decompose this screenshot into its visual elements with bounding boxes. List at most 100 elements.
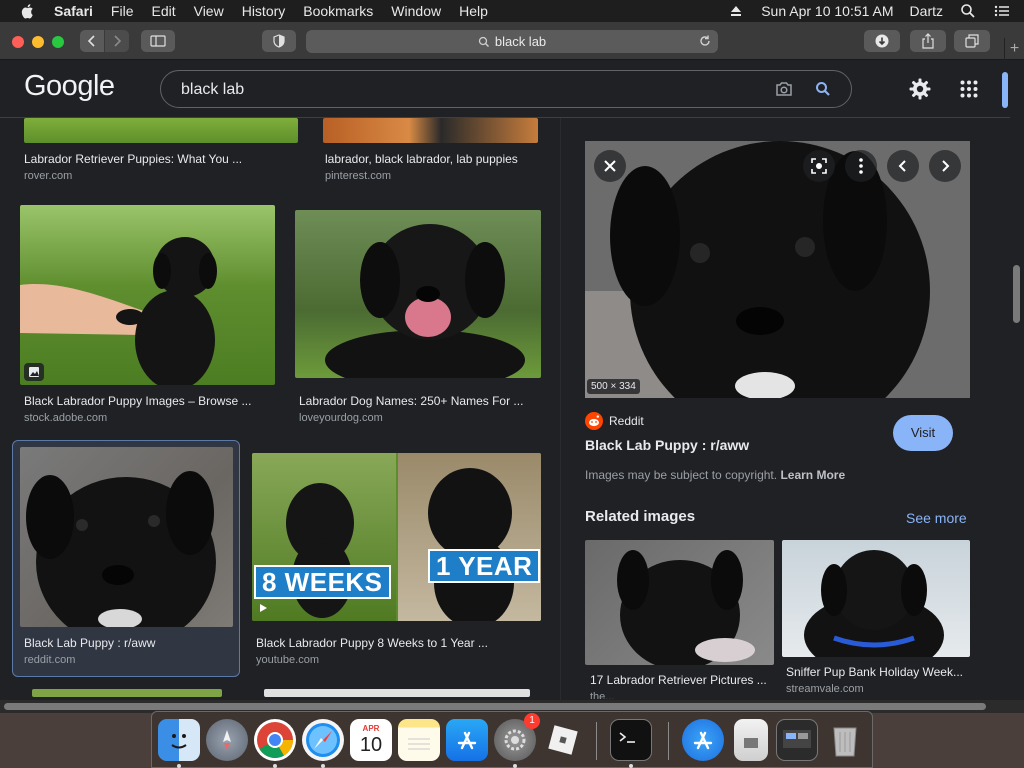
- search-icon: [478, 36, 489, 47]
- result-image-reddit[interactable]: [20, 447, 233, 627]
- play-icon: [260, 604, 267, 612]
- new-tab-button[interactable]: +: [1004, 38, 1024, 60]
- camera-icon[interactable]: [775, 81, 793, 97]
- previous-image-button[interactable]: [887, 150, 919, 182]
- result-image-adobe[interactable]: [20, 205, 275, 385]
- sidebar-button[interactable]: [141, 30, 175, 52]
- result-source[interactable]: pinterest.com: [325, 170, 391, 182]
- google-header: Google black lab: [0, 60, 1010, 118]
- result-caption[interactable]: Black Labrador Puppy Images – Browse ...: [24, 394, 251, 408]
- safari-icon[interactable]: [302, 719, 344, 761]
- chrome-icon[interactable]: [254, 719, 296, 761]
- learn-more-link[interactable]: Learn More: [780, 468, 845, 482]
- back-button[interactable]: [80, 30, 104, 52]
- menu-user[interactable]: Dartz: [902, 0, 951, 22]
- menu-bookmarks[interactable]: Bookmarks: [294, 0, 382, 22]
- system-preferences-icon[interactable]: 1: [494, 713, 540, 761]
- vertical-scrollbar-thumb[interactable]: [1013, 265, 1020, 323]
- macos-menu-bar: Safari File Edit View History Bookmarks …: [0, 0, 1024, 22]
- reddit-logo-icon: [585, 412, 603, 430]
- account-indicator[interactable]: [1002, 72, 1008, 108]
- menu-clock[interactable]: Sun Apr 10 10:51 AM: [753, 0, 901, 22]
- next-image-button[interactable]: [929, 150, 961, 182]
- finder-icon[interactable]: [158, 719, 200, 761]
- notes-icon[interactable]: [398, 719, 440, 761]
- address-bar[interactable]: black lab: [306, 30, 718, 53]
- related-source[interactable]: the...: [590, 691, 614, 699]
- tab-overview-button[interactable]: [954, 30, 990, 52]
- result-caption[interactable]: labrador, black labrador, lab puppies: [325, 152, 518, 166]
- related-caption[interactable]: 17 Labrador Retriever Pictures ...: [590, 673, 767, 687]
- eject-icon[interactable]: [728, 3, 744, 19]
- search-icon[interactable]: [815, 81, 831, 97]
- search-input[interactable]: black lab: [160, 70, 852, 108]
- result-source[interactable]: youtube.com: [256, 654, 319, 666]
- menu-file[interactable]: File: [102, 0, 143, 22]
- screenshot-folder-icon[interactable]: [776, 719, 818, 761]
- result-caption[interactable]: Black Labrador Puppy 8 Weeks to 1 Year .…: [256, 636, 488, 650]
- document-icon[interactable]: [734, 719, 768, 761]
- menu-window[interactable]: Window: [382, 0, 450, 22]
- app-store-downloads-icon[interactable]: [682, 719, 724, 761]
- terminal-icon[interactable]: [610, 719, 652, 761]
- app-store-icon[interactable]: [446, 719, 488, 761]
- result-source[interactable]: loveyourdog.com: [299, 412, 383, 424]
- more-options-button[interactable]: [845, 150, 877, 182]
- privacy-report-button[interactable]: [262, 30, 296, 52]
- notification-center-icon[interactable]: [994, 3, 1010, 19]
- calendar-icon[interactable]: APR 10: [350, 719, 392, 761]
- address-text: black lab: [494, 34, 547, 49]
- settings-gear-icon[interactable]: [908, 77, 932, 101]
- related-image-1[interactable]: [585, 540, 774, 665]
- menu-help[interactable]: Help: [450, 0, 497, 22]
- result-source[interactable]: rover.com: [24, 170, 72, 182]
- chevron-left-icon: [898, 160, 906, 172]
- related-caption[interactable]: Sniffer Pup Bank Holiday Week...: [786, 665, 963, 679]
- result-image-rover[interactable]: [24, 118, 298, 143]
- close-window-button[interactable]: [12, 36, 24, 48]
- horizontal-scrollbar-thumb[interactable]: [4, 703, 986, 710]
- result-image-loveyourdog[interactable]: [295, 210, 541, 378]
- result-image-pinterest[interactable]: [323, 118, 538, 143]
- result-caption[interactable]: Labrador Retriever Puppies: What You ...: [24, 152, 242, 166]
- puppy-hand-illustration: [20, 237, 217, 385]
- menu-app-name[interactable]: Safari: [45, 0, 102, 22]
- menu-edit[interactable]: Edit: [142, 0, 184, 22]
- menu-view[interactable]: View: [185, 0, 233, 22]
- result-image-youtube[interactable]: 8 WEEKS 1 YEAR: [252, 453, 541, 621]
- close-preview-button[interactable]: [594, 150, 626, 182]
- result-caption[interactable]: Labrador Dog Names: 250+ Names For ...: [299, 394, 523, 408]
- preview-site-name[interactable]: Reddit: [609, 414, 644, 428]
- result-image-partial[interactable]: [32, 689, 222, 697]
- related-image-2[interactable]: [782, 540, 970, 657]
- google-apps-grid-icon[interactable]: [960, 80, 978, 98]
- lens-search-button[interactable]: [803, 150, 835, 182]
- tabs-icon: [965, 34, 979, 48]
- share-button[interactable]: [910, 30, 946, 52]
- spotlight-search-icon[interactable]: [960, 3, 976, 19]
- share-icon: [922, 33, 934, 49]
- see-more-link[interactable]: See more: [906, 510, 967, 526]
- reload-icon[interactable]: [698, 34, 712, 48]
- related-source[interactable]: streamvale.com: [786, 683, 864, 695]
- trash-icon[interactable]: [824, 719, 866, 761]
- preview-image[interactable]: [585, 141, 970, 398]
- visit-button[interactable]: Visit: [893, 415, 953, 451]
- result-source[interactable]: reddit.com: [24, 654, 75, 666]
- minimize-window-button[interactable]: [32, 36, 44, 48]
- photo-icon: [29, 367, 39, 377]
- launchpad-icon[interactable]: [206, 719, 248, 761]
- roblox-icon[interactable]: [542, 719, 584, 761]
- zoom-window-button[interactable]: [52, 36, 64, 48]
- forward-button[interactable]: [105, 30, 129, 52]
- google-logo[interactable]: Google: [24, 70, 115, 103]
- related-puppy-illustration: [617, 550, 755, 665]
- result-caption[interactable]: Black Lab Puppy : r/aww: [24, 636, 155, 650]
- result-source[interactable]: stock.adobe.com: [24, 412, 107, 424]
- downloads-button[interactable]: [864, 30, 900, 52]
- menu-history[interactable]: History: [233, 0, 295, 22]
- preview-title[interactable]: Black Lab Puppy : r/aww: [585, 437, 749, 453]
- apple-icon[interactable]: [19, 2, 37, 20]
- result-image-partial[interactable]: [264, 689, 530, 697]
- image-badge: [24, 363, 44, 381]
